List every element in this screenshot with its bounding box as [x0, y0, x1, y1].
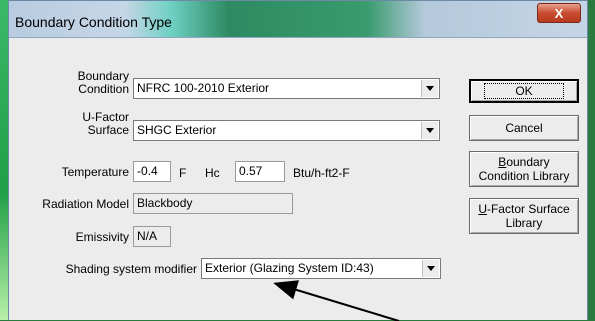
close-button[interactable]: X — [537, 3, 581, 23]
boundary-condition-dialog: Boundary Condition Type X Boundary Condi… — [8, 0, 588, 321]
window-title: Boundary Condition Type — [15, 14, 172, 30]
annotation-arrow-icon — [273, 280, 400, 321]
title-bar[interactable]: Boundary Condition Type X — [9, 1, 587, 38]
desktop-background — [0, 0, 8, 320]
dialog-body: Boundary Condition NFRC 100-2010 Exterio… — [9, 38, 587, 321]
close-icon: X — [554, 5, 564, 21]
